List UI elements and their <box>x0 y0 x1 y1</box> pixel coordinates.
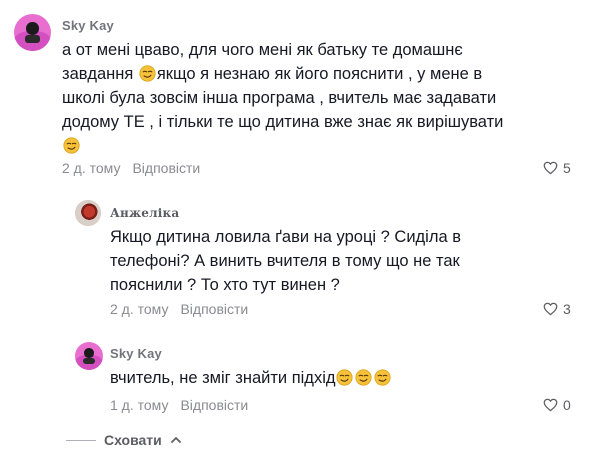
like-button[interactable]: 5 <box>543 160 571 176</box>
heart-outline-icon <box>543 161 558 175</box>
collapse-replies-button[interactable]: Сховати <box>66 432 182 448</box>
like-count: 0 <box>563 397 571 413</box>
avatar[interactable] <box>75 200 101 226</box>
timestamp: 2 д. тому <box>62 160 121 176</box>
comment-username[interactable]: Анжеліка <box>110 206 179 220</box>
comment-meta: 1 д. тому Відповісти <box>110 397 248 413</box>
chevron-up-icon <box>170 437 181 443</box>
timestamp: 2 д. тому <box>110 301 169 317</box>
comment-text: а от мені цваво, для чого мені як батьку… <box>62 38 522 158</box>
reply-button[interactable]: Відповісти <box>180 397 248 413</box>
divider <box>66 439 96 441</box>
comment-username[interactable]: Sky Kay <box>62 18 114 33</box>
heart-outline-icon <box>543 398 558 412</box>
comment-meta: 2 д. тому Відповісти <box>110 301 248 317</box>
smirk-emoji-icon <box>63 137 80 154</box>
smirk-emoji-icon <box>336 369 353 386</box>
smirk-emoji-icon <box>139 65 156 82</box>
smirk-emoji-icon <box>355 369 372 386</box>
comment-text: вчитель, не зміг знайти підхід <box>110 366 530 390</box>
like-count: 5 <box>563 160 571 176</box>
reply-button[interactable]: Відповісти <box>132 160 200 176</box>
smirk-emoji-icon <box>374 369 391 386</box>
comment-text: Якщо дитина ловила ґави на уроці ? Сиділ… <box>110 228 461 294</box>
comment-meta: 2 д. тому Відповісти <box>62 160 200 176</box>
timestamp: 1 д. тому <box>110 397 169 413</box>
like-button[interactable]: 0 <box>543 397 571 413</box>
avatar[interactable] <box>75 342 103 370</box>
heart-outline-icon <box>543 302 558 316</box>
avatar[interactable] <box>14 14 51 51</box>
like-button[interactable]: 3 <box>543 301 571 317</box>
reply-button[interactable]: Відповісти <box>180 301 248 317</box>
like-count: 3 <box>563 301 571 317</box>
comment-username[interactable]: Sky Kay <box>110 346 162 361</box>
collapse-label: Сховати <box>104 432 162 448</box>
